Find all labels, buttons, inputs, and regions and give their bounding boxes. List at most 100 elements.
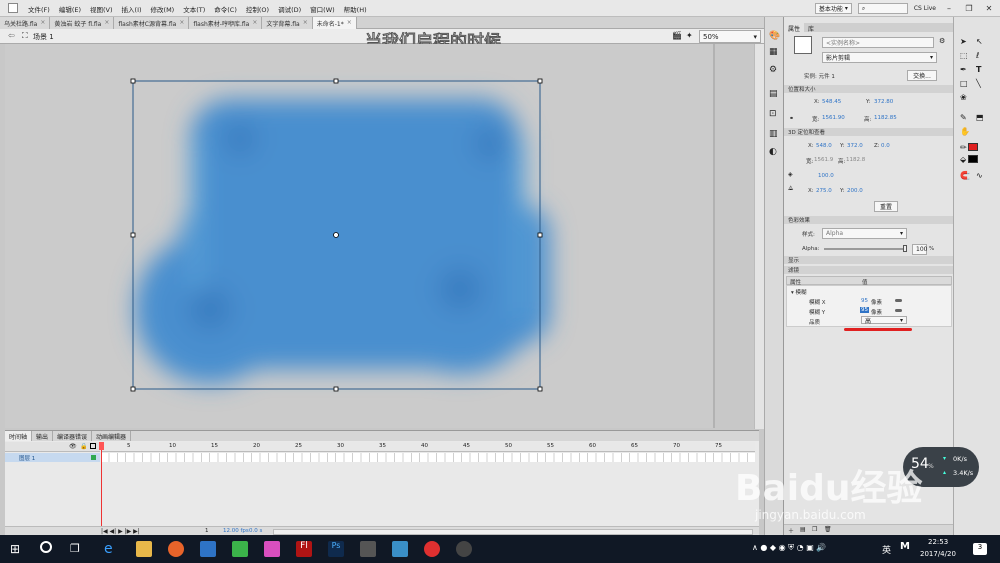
close-icon[interactable]: × <box>179 19 184 27</box>
code-snippets-icon[interactable]: ▤ <box>769 89 778 99</box>
notification-badge[interactable]: 3 <box>973 543 987 555</box>
close-icon[interactable]: × <box>104 19 109 27</box>
menu-view[interactable]: 视图(V) <box>90 4 113 14</box>
smooth-icon[interactable]: ∿ <box>976 171 983 180</box>
windows-start-icon[interactable]: ⊞ <box>10 542 20 556</box>
doc-tab[interactable]: flash素材-哼咿库.fla × <box>189 17 263 29</box>
help-search-input[interactable]: ⌕ <box>857 3 908 14</box>
motion-presets-icon[interactable]: ⚙ <box>769 65 777 75</box>
registration-point[interactable] <box>333 232 339 238</box>
frame-ruler[interactable]: 5 10 15 20 25 30 35 40 45 50 55 60 65 70… <box>101 442 755 452</box>
preset-icon[interactable]: ▤ <box>800 526 806 533</box>
doc-tab[interactable]: 黄浊岩 蚊子 fl.fla × <box>50 17 115 29</box>
menu-edit[interactable]: 编辑(E) <box>59 4 81 14</box>
edit-symbol-icon[interactable]: ✦ <box>686 31 693 40</box>
menu-insert[interactable]: 插入(I) <box>122 4 142 14</box>
blur-x-value[interactable]: 95 <box>861 298 868 304</box>
outline-icon[interactable] <box>90 443 96 449</box>
tab-library[interactable]: 库 <box>804 23 818 33</box>
tab-timeline[interactable]: 时间轴 <box>5 431 33 441</box>
alpha-slider-thumb[interactable] <box>903 245 907 252</box>
layer-color-swatch[interactable] <box>91 455 96 460</box>
menu-window[interactable]: 窗口(W) <box>310 4 335 14</box>
tab-properties[interactable]: 属性 <box>784 23 805 33</box>
frame-row[interactable] <box>101 453 755 462</box>
link-icon[interactable]: ⚭ <box>789 115 794 122</box>
stage-vertical-scrollbar[interactable] <box>754 44 764 429</box>
restore-icon[interactable]: ❐ <box>962 3 976 15</box>
filter-name[interactable]: ▾ 模糊 <box>791 288 807 296</box>
swatches-icon[interactable]: ▦ <box>769 47 778 57</box>
doc-tab[interactable]: flash素材C源背幕.fla × <box>114 17 190 29</box>
menu-modify[interactable]: 修改(M) <box>151 4 175 14</box>
hand-tool-icon[interactable]: ✋ <box>960 127 970 136</box>
menu-debug[interactable]: 调试(D) <box>278 4 301 14</box>
layer-name[interactable]: 图层 1 <box>19 454 35 462</box>
minimize-icon[interactable]: – <box>942 3 956 15</box>
section-position-size[interactable]: 位置和大小 <box>784 85 954 93</box>
zoom-dropdown[interactable]: 50% ▾ <box>699 30 761 43</box>
clock-time[interactable]: 22:53 <box>928 538 948 546</box>
app-icon[interactable] <box>8 3 18 13</box>
free-transform-icon[interactable]: ⬚ <box>960 51 968 60</box>
y3d-value[interactable]: 372.0 <box>847 143 863 149</box>
tab-compiler-errors[interactable]: 编译器错误 <box>53 431 93 441</box>
x-value[interactable]: 548.45 <box>822 99 841 105</box>
stroke-color-icon[interactable]: ✏ <box>960 143 967 152</box>
transform-icon[interactable]: ⊡ <box>769 109 777 119</box>
app-icon[interactable] <box>200 541 216 557</box>
section-display[interactable]: 显示 <box>784 256 954 264</box>
doc-tab-active[interactable]: 未命名-1* × <box>312 17 357 29</box>
snap-icon[interactable]: 🧲 <box>960 171 970 180</box>
instance-name-field[interactable]: <实例名称> <box>822 37 934 48</box>
playhead-handle[interactable] <box>99 442 104 450</box>
close-icon[interactable]: ✕ <box>982 3 996 15</box>
app-icon[interactable] <box>392 541 408 557</box>
fill-color-icon[interactable]: ⬙ <box>960 155 966 164</box>
alpha-slider[interactable] <box>824 248 906 250</box>
blur-y-value[interactable]: 95 <box>860 307 869 313</box>
cs-live-button[interactable]: CS Live <box>914 5 936 12</box>
camera-icon[interactable] <box>360 541 376 557</box>
menu-control[interactable]: 控制(O) <box>246 4 269 14</box>
selection-tool-icon[interactable]: ➤ <box>960 37 967 46</box>
menu-file[interactable]: 文件(F) <box>28 4 50 14</box>
playhead[interactable] <box>101 442 102 528</box>
menu-text[interactable]: 文本(T) <box>183 4 205 14</box>
edit-scene-icon[interactable]: 🎬 <box>672 31 682 40</box>
close-icon[interactable]: × <box>40 19 45 27</box>
search-icon[interactable] <box>40 541 52 553</box>
doc-tab[interactable]: 文字背幕.fla × <box>262 17 313 29</box>
close-icon[interactable]: × <box>303 19 308 27</box>
link-icon[interactable] <box>895 299 902 302</box>
lasso-icon[interactable]: ℓ <box>976 51 979 60</box>
iqiyi-icon[interactable] <box>232 541 248 557</box>
stage-area[interactable] <box>5 44 715 428</box>
color-style-dropdown[interactable]: Alpha ▾ <box>822 228 907 239</box>
h-value[interactable]: 1182.85 <box>874 115 897 121</box>
eye-icon[interactable]: 👁 <box>69 443 77 450</box>
vp-x-value[interactable]: 275.0 <box>816 188 832 194</box>
x3d-value[interactable]: 548.0 <box>816 143 832 149</box>
z3d-value[interactable]: 0.0 <box>881 143 890 149</box>
deco-tool-icon[interactable]: ❀ <box>960 93 967 102</box>
text-tool-icon[interactable]: T <box>976 65 981 74</box>
workspace-dropdown[interactable]: 基本功能 ▾ <box>814 3 852 14</box>
file-explorer-icon[interactable] <box>136 541 152 557</box>
firefox-icon[interactable] <box>168 541 184 557</box>
align-icon[interactable]: ▥ <box>769 129 778 139</box>
menu-commands[interactable]: 命令(C) <box>214 4 237 14</box>
color-panel-icon[interactable]: 🎨 <box>769 31 780 41</box>
task-view-icon[interactable]: ❐ <box>70 542 80 555</box>
close-icon[interactable]: × <box>347 19 352 27</box>
playback-controls-icon[interactable]: |◀ ◀| ▶ |▶ ▶| <box>101 528 140 535</box>
reset-button[interactable]: 重置 <box>874 201 898 212</box>
clock-date[interactable]: 2017/4/20 <box>920 550 956 558</box>
w-value[interactable]: 1561.90 <box>822 115 845 121</box>
app-icon[interactable] <box>456 541 472 557</box>
rectangle-tool-icon[interactable]: □ <box>960 79 968 88</box>
doc-tab[interactable]: 乌关杜路.fla × <box>0 17 51 29</box>
subselection-tool-icon[interactable]: ↖ <box>976 37 983 46</box>
info-icon[interactable]: ◐ <box>769 147 777 157</box>
delete-icon[interactable]: 🗑 <box>824 526 832 533</box>
